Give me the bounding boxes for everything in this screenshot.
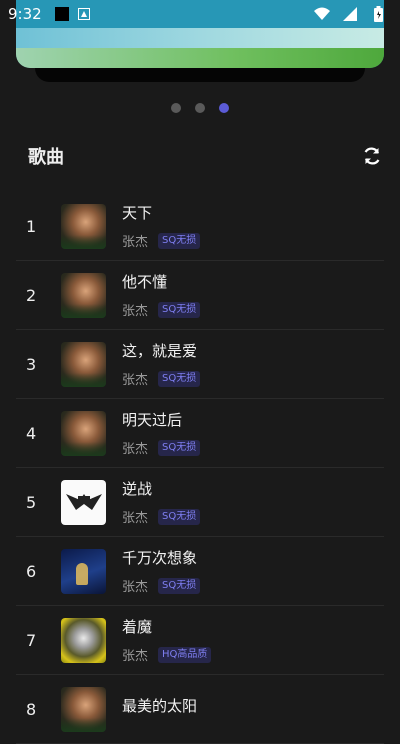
- song-artist: 张杰: [122, 442, 149, 457]
- quality-badge: SQ无损: [158, 439, 201, 456]
- refresh-icon: [364, 147, 380, 165]
- album-cover: [61, 548, 106, 594]
- song-index: 3: [26, 354, 37, 374]
- album-cover: [61, 272, 106, 318]
- song-index: 7: [26, 630, 37, 650]
- album-cover: [61, 410, 106, 456]
- song-meta: 张杰 SQ无损: [122, 231, 201, 250]
- status-time: 9:32: [8, 5, 42, 23]
- carousel-indicator: [0, 103, 400, 113]
- album-cover: [61, 686, 106, 732]
- refresh-button[interactable]: [360, 144, 384, 168]
- song-title: 着魔: [122, 618, 153, 636]
- quality-badge: SQ无损: [158, 577, 201, 594]
- song-row[interactable]: 4 明天过后张杰 SQ无损: [16, 399, 384, 468]
- song-index: 2: [26, 285, 37, 305]
- song-info: 逆战张杰 SQ无损: [122, 478, 201, 526]
- album-cover: [61, 203, 106, 249]
- signal-icon: [342, 6, 358, 22]
- song-info: 这，就是爱张杰 SQ无损: [122, 340, 201, 388]
- quality-badge: SQ无损: [158, 370, 201, 387]
- song-artist: 张杰: [122, 304, 149, 319]
- song-artist: 张杰: [122, 649, 149, 664]
- album-cover: [61, 617, 106, 663]
- song-title: 明天过后: [122, 411, 183, 429]
- song-list: 1 天下 张杰 SQ无损 2 他不懂 张杰 SQ无损 3 这，就是爱 张杰 SQ无损 4 明天过后 张杰 SQ…: [16, 192, 384, 744]
- song-artist: 张杰: [122, 580, 149, 595]
- song-index: 8: [26, 699, 37, 719]
- song-info: 千万次想象张杰 SQ无损: [122, 547, 201, 595]
- song-meta: 张杰 SQ无损: [122, 576, 201, 595]
- song-artist: 张杰: [122, 373, 149, 388]
- app-notification-icon: [54, 6, 70, 22]
- album-cover: [61, 341, 106, 387]
- song-meta: 张杰 HQ高品质: [122, 645, 212, 664]
- song-title: 逆战: [122, 480, 153, 498]
- section-title: 歌曲: [28, 147, 64, 168]
- song-index: 5: [26, 492, 37, 512]
- song-artist: 张杰: [122, 235, 149, 250]
- song-artist: 张杰: [122, 511, 149, 526]
- song-meta: 张杰 SQ无损: [122, 438, 201, 457]
- carousel-dot-active[interactable]: [219, 103, 229, 113]
- photos-notification-icon: [76, 6, 92, 22]
- song-title: 这，就是爱: [122, 342, 198, 360]
- song-title: 天下: [122, 204, 153, 222]
- song-info: 最美的太阳: [122, 695, 197, 724]
- carousel-dot[interactable]: [195, 103, 205, 113]
- quality-badge: HQ高品质: [158, 646, 212, 663]
- quality-badge: SQ无损: [158, 232, 201, 249]
- song-row[interactable]: 1 天下张杰 SQ无损: [16, 192, 384, 261]
- song-row[interactable]: 7 着魔张杰 HQ高品质: [16, 606, 384, 675]
- song-info: 着魔张杰 HQ高品质: [122, 616, 212, 664]
- song-title: 最美的太阳: [122, 696, 198, 715]
- album-cover: [61, 479, 106, 525]
- song-index: 6: [26, 561, 37, 581]
- song-row[interactable]: 6 千万次想象张杰 SQ无损: [16, 537, 384, 606]
- song-meta: 张杰 SQ无损: [122, 369, 201, 388]
- wifi-icon: [314, 6, 330, 22]
- song-title: 千万次想象: [122, 549, 198, 567]
- song-meta: 张杰 SQ无损: [122, 300, 201, 319]
- song-row[interactable]: 8 最美的太阳: [16, 675, 384, 744]
- songs-section-header: 歌曲: [0, 140, 400, 172]
- battery-icon: [370, 6, 386, 22]
- quality-badge: SQ无损: [158, 301, 201, 318]
- song-row[interactable]: 2 他不懂张杰 SQ无损: [16, 261, 384, 330]
- song-index: 4: [26, 423, 37, 443]
- song-meta: 张杰 SQ无损: [122, 507, 201, 526]
- song-info: 他不懂张杰 SQ无损: [122, 271, 201, 319]
- song-index: 1: [26, 216, 37, 236]
- song-row[interactable]: 5 逆战张杰 SQ无损: [16, 468, 384, 537]
- song-info: 天下张杰 SQ无损: [122, 202, 201, 250]
- status-bar: 9:32: [0, 0, 400, 28]
- song-info: 明天过后张杰 SQ无损: [122, 409, 201, 457]
- song-title: 他不懂: [122, 273, 168, 291]
- nizhan-logo-icon: [65, 494, 102, 510]
- song-row[interactable]: 3 这，就是爱张杰 SQ无损: [16, 330, 384, 399]
- carousel-dot[interactable]: [171, 103, 181, 113]
- quality-badge: SQ无损: [158, 508, 201, 525]
